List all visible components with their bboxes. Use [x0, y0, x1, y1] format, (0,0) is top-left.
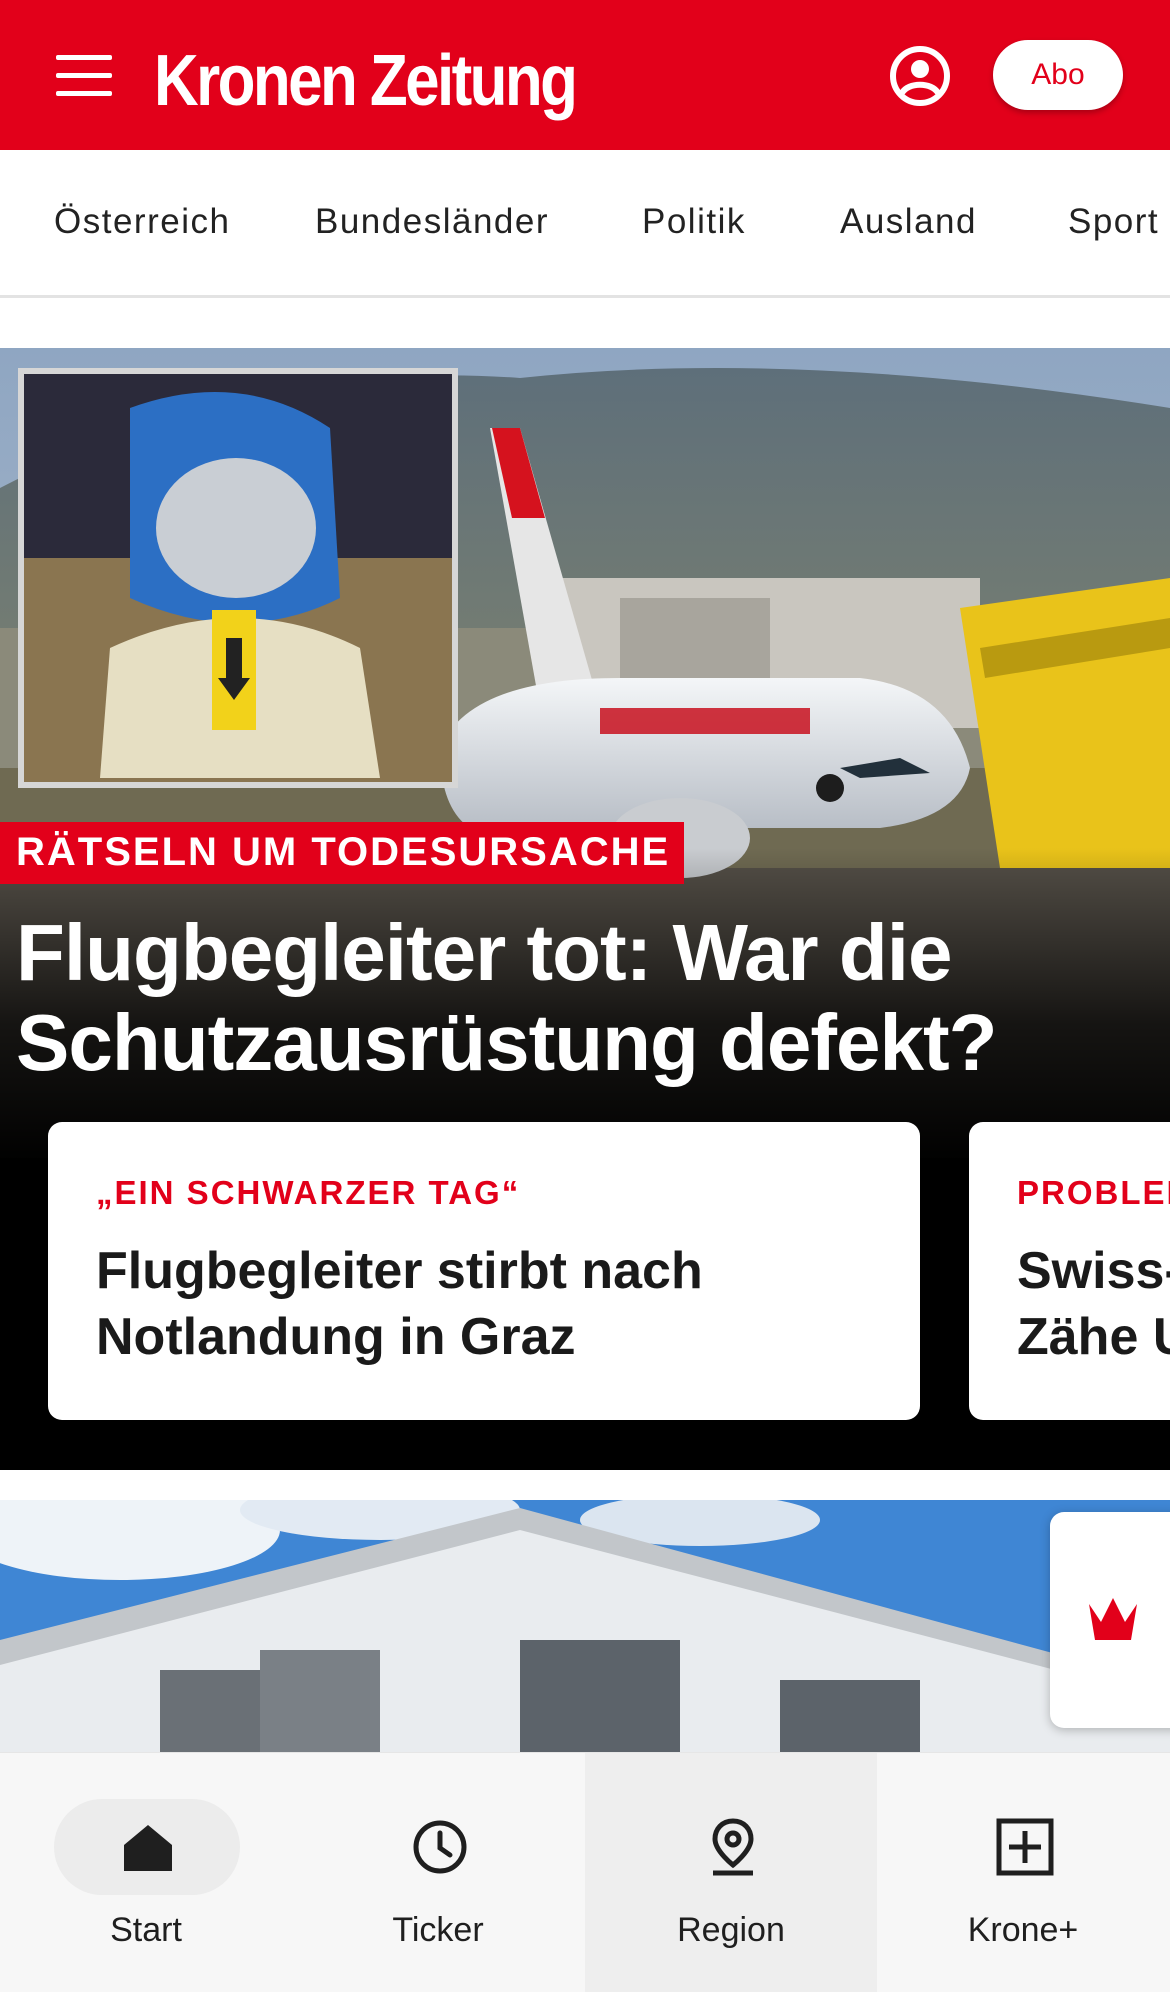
- tab-ausland[interactable]: Ausland: [840, 202, 977, 242]
- home-icon: [124, 1825, 172, 1871]
- bottom-nav-region[interactable]: Region: [585, 1753, 877, 1992]
- tab-politik[interactable]: Politik: [642, 202, 746, 242]
- krone-fab-button[interactable]: [1050, 1512, 1170, 1728]
- second-article[interactable]: [0, 1500, 1170, 1752]
- hero-story[interactable]: RÄTSELN UM TODESURSACHE Flugbegleiter to…: [0, 348, 1170, 1470]
- page: Kronen Zeitung Abo Österreich Bundesländ…: [0, 0, 1170, 1992]
- plus-box-icon: [996, 1818, 1054, 1876]
- hero-kicker: RÄTSELN UM TODESURSACHE: [0, 822, 685, 884]
- second-article-image: [0, 1500, 1170, 1752]
- hamburger-icon: [56, 54, 112, 60]
- card-title-line: Flugbegleiter stirbt nach: [96, 1242, 703, 1300]
- card-kicker: PROBLEI: [1017, 1174, 1170, 1211]
- bottom-nav-label: Region: [677, 1911, 785, 1949]
- account-button[interactable]: [888, 44, 952, 108]
- menu-button[interactable]: [50, 46, 118, 104]
- abo-button[interactable]: Abo: [993, 40, 1123, 110]
- bottom-nav-kroneplus[interactable]: Krone+: [877, 1753, 1169, 1992]
- card-title-line: Swiss-: [1017, 1242, 1170, 1300]
- tab-bundeslaender[interactable]: Bundesländer: [315, 202, 549, 242]
- location-pin-icon: [712, 1818, 754, 1876]
- bottom-nav: Start Ticker Region Krone+: [0, 1752, 1170, 1992]
- related-card[interactable]: PROBLEI Swiss- Zähe U: [969, 1122, 1170, 1420]
- card-kicker: „EIN SCHWARZER TAG“: [96, 1174, 521, 1211]
- card-title-line: Notlandung in Graz: [96, 1308, 576, 1366]
- user-circle-icon: [890, 46, 950, 106]
- bottom-nav-label: Krone+: [967, 1911, 1079, 1949]
- card-title: Flugbegleiter stirbt nach Notlandung in …: [96, 1238, 916, 1370]
- clock-icon: [413, 1820, 467, 1874]
- bottom-nav-label: Start: [110, 1911, 182, 1949]
- card-title-line: Zähe U: [1017, 1308, 1170, 1366]
- bottom-nav-start[interactable]: Start: [0, 1753, 292, 1992]
- hamburger-icon-line: [56, 72, 112, 78]
- bottom-nav-ticker[interactable]: Ticker: [292, 1753, 584, 1992]
- card-title: Swiss- Zähe U: [1017, 1238, 1170, 1370]
- related-card[interactable]: „EIN SCHWARZER TAG“ Flugbegleiter stirbt…: [48, 1122, 920, 1420]
- hamburger-icon-line: [56, 90, 112, 96]
- tab-sport[interactable]: Sport: [1068, 202, 1159, 242]
- site-logo[interactable]: Kronen Zeitung: [154, 36, 578, 126]
- hero-title[interactable]: Flugbegleiter tot: War die Schutzausrüst…: [16, 908, 1136, 1088]
- bottom-nav-label: Ticker: [392, 1911, 484, 1949]
- crown-icon: [1089, 1598, 1137, 1640]
- app-header: Kronen Zeitung Abo: [0, 0, 1170, 150]
- tab-oesterreich[interactable]: Österreich: [54, 202, 230, 242]
- category-nav: Österreich Bundesländer Politik Ausland …: [0, 150, 1170, 298]
